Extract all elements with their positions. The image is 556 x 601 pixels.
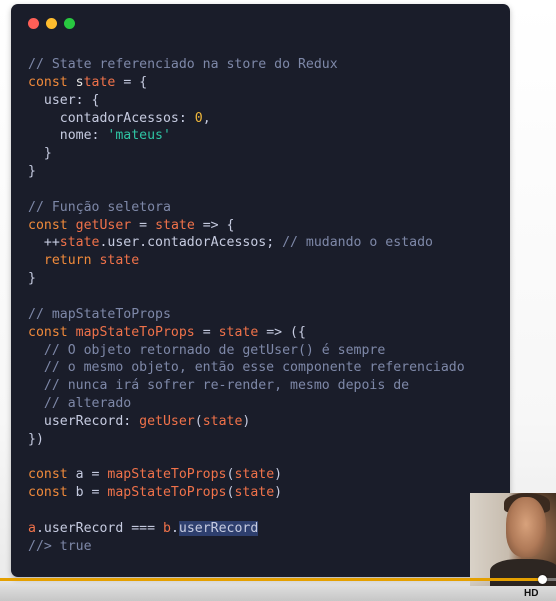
state-identifier: state: [76, 75, 116, 90]
webcam-overlay: [470, 493, 556, 586]
function-name: mapStateToProps: [75, 324, 195, 340]
function-call: getUser: [139, 413, 195, 429]
comment: // mapStateToProps: [28, 306, 171, 322]
keyword: const: [28, 324, 68, 340]
maximize-dot-icon[interactable]: [64, 18, 75, 29]
argument: state: [202, 413, 243, 429]
comment: // alterado: [28, 396, 132, 412]
identifier-rest: tate: [83, 74, 116, 90]
code-line-16: const mapStateToProps = state => ({: [28, 324, 465, 342]
punctuation: = {: [115, 74, 148, 90]
comment: // O objeto retornado de getUser() é sem…: [28, 342, 386, 358]
punctuation: .: [170, 520, 179, 536]
punctuation: ,: [202, 110, 211, 126]
punctuation: }): [28, 431, 44, 447]
comparison: .userRecord ===: [35, 520, 163, 536]
function-call: mapStateToProps: [107, 485, 227, 501]
punctuation: ): [274, 485, 283, 501]
code-line-20: // alterado: [28, 395, 465, 413]
code-line-19: // nunca irá sofrer re-render, mesmo dep…: [28, 377, 465, 395]
code-line-2: const state = {: [28, 74, 465, 92]
operator: ++: [28, 235, 60, 251]
code-line-7: }: [28, 163, 465, 181]
code-line-28: //> true: [28, 538, 465, 556]
code-line-18: // o mesmo objeto, então esse componente…: [28, 359, 465, 377]
progress-bar[interactable]: [0, 575, 556, 584]
punctuation: }: [28, 271, 36, 287]
punctuation: ): [242, 413, 251, 429]
code-line-6: }: [28, 145, 465, 163]
object-key: user: {: [28, 92, 100, 108]
argument: state: [234, 467, 275, 483]
parameter: state: [218, 324, 259, 340]
code-block: // State referenciado na store do Redux c…: [28, 56, 465, 556]
window-controls: [28, 18, 75, 29]
comment: // State referenciado na store do Redux: [28, 57, 338, 72]
identifier: b: [163, 520, 171, 536]
comment: // mudando o estado: [282, 235, 433, 251]
code-line-24: const a = mapStateToProps(state): [28, 466, 465, 484]
progress-fill: [0, 578, 543, 581]
identifier: state: [59, 235, 100, 251]
keyword: const: [28, 467, 68, 483]
keyword: return: [28, 253, 92, 269]
function-call: mapStateToProps: [107, 467, 227, 483]
comment: // nunca irá sofrer re-render, mesmo dep…: [28, 378, 410, 394]
object-key: contadorAcessos:: [28, 110, 195, 126]
identifier: state: [99, 253, 140, 269]
code-line-21: userRecord: getUser(state): [28, 413, 465, 431]
mouse-cursor-icon: s: [75, 74, 84, 90]
code-line-9: // Função seletora: [28, 199, 465, 217]
identifier: a: [28, 520, 36, 536]
punctuation: }: [28, 164, 36, 180]
object-key: userRecord:: [28, 413, 140, 429]
code-line-15: // mapStateToProps: [28, 306, 465, 324]
minimize-dot-icon[interactable]: [46, 18, 57, 29]
operator: =: [131, 217, 156, 233]
identifier: a =: [67, 467, 108, 483]
punctuation: (: [194, 413, 203, 429]
code-line-13: }: [28, 270, 465, 288]
code-line-10: const getUser = state => {: [28, 217, 465, 235]
scrub-handle[interactable]: [537, 575, 547, 584]
code-line-25: const b = mapStateToProps(state): [28, 484, 465, 502]
comment: // Função seletora: [28, 199, 171, 215]
function-name: getUser: [75, 217, 132, 233]
string-literal: 'mateus': [107, 128, 171, 144]
operator: => {: [194, 217, 235, 233]
comment: //> true: [28, 538, 92, 554]
code-editor-window: // State referenciado na store do Redux c…: [11, 4, 510, 577]
selected-text: userRecord: [178, 520, 259, 536]
code-line-4: contadorAcessos: 0,: [28, 110, 465, 128]
code-line-11: ++state.user.contadorAcessos; // mudando…: [28, 234, 465, 252]
presenter-face: [506, 497, 546, 557]
code-line-12: return state: [28, 252, 465, 270]
keyword: const: [28, 217, 68, 233]
argument: state: [234, 485, 275, 501]
operator: => ({: [258, 324, 306, 340]
close-dot-icon[interactable]: [28, 18, 39, 29]
object-key: nome:: [28, 128, 108, 144]
code-line-27: a.userRecord === b.userRecord: [28, 520, 465, 538]
keyword: const: [28, 485, 68, 501]
code-line-1: // State referenciado na store do Redux: [28, 56, 465, 74]
keyword: const: [28, 74, 68, 90]
code-line-17: // O objeto retornado de getUser() é sem…: [28, 342, 465, 360]
punctuation: }: [28, 146, 52, 162]
hd-quality-badge[interactable]: HD: [524, 588, 538, 599]
number-literal: 0: [194, 110, 203, 126]
identifier: b =: [67, 485, 108, 501]
code-line-3: user: {: [28, 92, 465, 110]
comment: // o mesmo objeto, então esse componente…: [28, 360, 465, 376]
punctuation: ): [274, 467, 283, 483]
operator: =: [194, 324, 219, 340]
member-access: .user.contadorAcessos;: [99, 235, 283, 251]
parameter: state: [155, 217, 195, 233]
code-line-5: nome: 'mateus': [28, 127, 465, 145]
code-line-22: }): [28, 431, 465, 449]
